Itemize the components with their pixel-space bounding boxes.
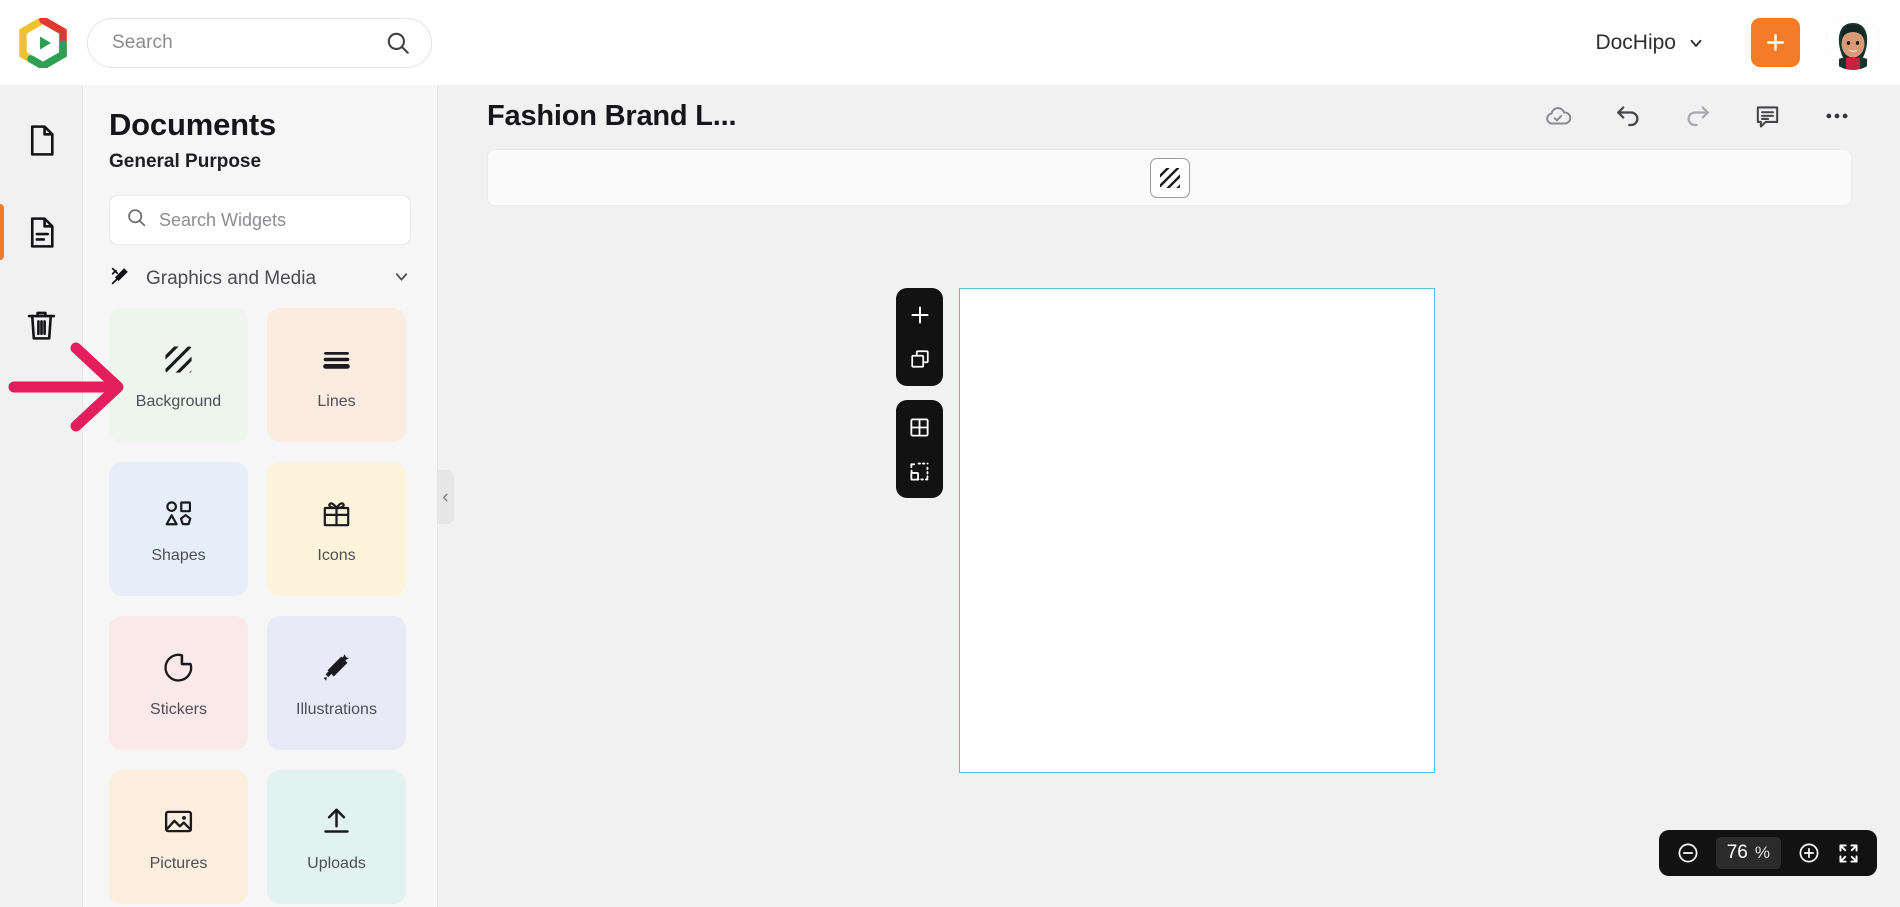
zoom-percentage: 76 — [1726, 842, 1748, 863]
lines-icon — [320, 340, 353, 380]
grid-icon — [910, 417, 929, 437]
zoom-out-icon — [1678, 843, 1698, 863]
page-tools — [896, 288, 943, 498]
background-pattern-button[interactable] — [1149, 157, 1190, 198]
property-bar — [487, 149, 1852, 206]
image-icon — [162, 802, 195, 842]
zoom-out-button[interactable] — [1676, 841, 1700, 865]
chevron-down-icon — [392, 267, 411, 291]
search-icon — [126, 207, 147, 233]
chevron-left-icon — [442, 493, 448, 501]
top-bar: Search DocHipo — [0, 0, 1900, 85]
fullscreen-icon — [1839, 843, 1858, 863]
widget-tile-icons[interactable]: Icons — [267, 462, 406, 596]
search-icon — [385, 30, 411, 56]
upload-icon — [320, 802, 353, 842]
widget-tile-label: Shapes — [151, 546, 206, 564]
diagonal-stripes-icon — [1159, 167, 1180, 188]
trash-icon — [27, 311, 55, 340]
left-icon-rail — [0, 85, 83, 907]
widget-tile-label: Stickers — [150, 700, 207, 718]
zoom-in-icon — [1799, 843, 1819, 863]
widget-tile-shapes[interactable]: Shapes — [109, 462, 248, 596]
category-graphics-and-media[interactable]: Graphics and Media — [109, 265, 411, 292]
document-header: Fashion Brand L... — [438, 85, 1900, 147]
global-search-input[interactable]: Search — [87, 17, 432, 68]
zoom-unit: % — [1754, 843, 1770, 862]
dochipo-logo-icon — [18, 17, 67, 68]
redo-icon[interactable] — [1683, 101, 1713, 131]
widget-tile-pictures[interactable]: Pictures — [109, 770, 248, 904]
brush-pen-icon — [109, 265, 131, 292]
sidebar-item-trash[interactable] — [10, 293, 72, 355]
canvas-area: 76 % — [438, 206, 1900, 896]
widget-panel: Documents General Purpose Search Widgets… — [83, 85, 438, 907]
widget-tile-background[interactable]: Background — [109, 308, 248, 442]
widget-tile-label: Uploads — [307, 854, 366, 872]
search-widgets-input[interactable]: Search Widgets — [109, 195, 411, 245]
document-lines-icon — [30, 216, 54, 248]
widget-tile-label: Lines — [317, 392, 356, 410]
global-search-text: Search — [112, 31, 173, 53]
dochipo-logo[interactable] — [0, 0, 85, 85]
add-page-button[interactable] — [905, 300, 935, 330]
zoom-value[interactable]: 76 % — [1715, 837, 1781, 869]
app-root: Search DocHipo Documents General Purpose… — [0, 0, 1900, 907]
search-widgets-text: Search Widgets — [159, 209, 287, 230]
canvas-page[interactable] — [959, 288, 1435, 773]
pen-sparkle-icon — [320, 648, 353, 688]
chevron-down-icon — [1687, 34, 1705, 52]
widget-tile-label: Icons — [317, 546, 356, 564]
zoom-controls: 76 % — [1658, 830, 1877, 876]
widget-tile-grid: Background Lines Shapes Icons Stickers I… — [109, 308, 411, 904]
plus-icon — [911, 306, 928, 324]
create-new-button[interactable] — [1751, 18, 1800, 67]
comment-icon[interactable] — [1753, 102, 1782, 131]
plus-icon — [1767, 34, 1784, 51]
gift-icon — [320, 494, 353, 534]
document-icon — [30, 124, 54, 156]
category-label: Graphics and Media — [146, 267, 317, 289]
avatar-image — [1826, 15, 1880, 70]
widget-tile-illustrations[interactable]: Illustrations — [267, 616, 406, 750]
diagonal-stripes-icon — [162, 340, 195, 380]
undo-icon[interactable] — [1613, 101, 1643, 131]
document-actions — [1543, 101, 1852, 131]
page-tool-group-view — [896, 400, 943, 498]
editor-area: Fashion Brand L... 76 % — [438, 85, 1900, 907]
sidebar-item-my-documents[interactable] — [0, 201, 72, 263]
fullscreen-button[interactable] — [1837, 842, 1860, 865]
sticker-icon — [162, 648, 195, 688]
document-title[interactable]: Fashion Brand L... — [487, 100, 737, 133]
page-tool-group-add — [896, 288, 943, 386]
panel-collapse-handle[interactable] — [437, 470, 454, 524]
shapes-icon — [162, 494, 195, 534]
widget-tile-stickers[interactable]: Stickers — [109, 616, 248, 750]
widget-tile-label: Illustrations — [296, 700, 377, 718]
widget-tile-uploads[interactable]: Uploads — [267, 770, 406, 904]
widget-tile-label: Background — [135, 392, 222, 410]
avatar[interactable] — [1826, 15, 1880, 70]
resize-page-button[interactable] — [905, 456, 935, 486]
sidebar-item-documents[interactable] — [10, 109, 72, 171]
widget-tile-lines[interactable]: Lines — [267, 308, 406, 442]
workspace-label: DocHipo — [1595, 30, 1676, 54]
more-options-icon[interactable] — [1822, 101, 1852, 131]
zoom-in-button[interactable] — [1797, 841, 1821, 865]
topbar-right-group: DocHipo — [1583, 15, 1900, 70]
resize-selection-icon — [910, 462, 929, 481]
page-title: Documents — [109, 107, 277, 142]
duplicate-icon — [910, 350, 929, 368]
workspace-selector[interactable]: DocHipo — [1583, 23, 1717, 63]
duplicate-page-button[interactable] — [905, 344, 935, 374]
panel-subtitle: General Purpose — [109, 151, 262, 172]
grid-view-button[interactable] — [905, 412, 935, 442]
widget-tile-label: Pictures — [149, 854, 208, 872]
cloud-saved-icon[interactable] — [1543, 101, 1573, 131]
